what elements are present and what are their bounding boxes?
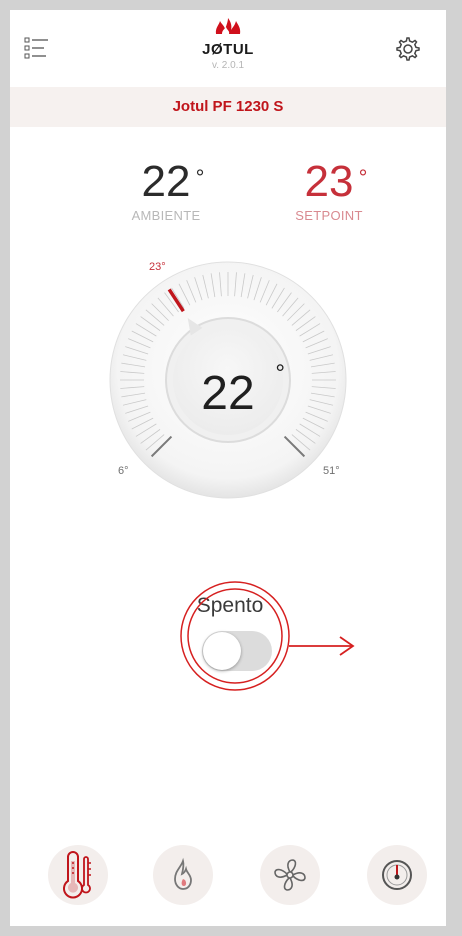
power-toggle[interactable] <box>202 631 272 671</box>
dial-current-unit: ° <box>275 360 285 387</box>
nav-gauge[interactable] <box>367 845 427 905</box>
brand-logo: JØTUL v. 2.0.1 <box>178 16 278 78</box>
app-screen: JØTUL v. 2.0.1 Jotul PF 1230 S 22 ° AMBIE… <box>10 10 446 926</box>
menu-list-icon <box>24 37 48 59</box>
dial-min-label: 6° <box>118 465 129 477</box>
ambient-label: AMBIENTE <box>131 208 201 223</box>
gauge-icon <box>382 860 412 890</box>
dial-current-temperature: 22 ° <box>173 360 285 421</box>
ambient-value: 22 <box>141 157 191 206</box>
settings-button[interactable] <box>393 34 423 64</box>
ambient-unit: ° <box>195 165 205 190</box>
brand-name: JØTUL <box>202 41 254 58</box>
app-version: v. 2.0.1 <box>211 60 245 71</box>
ambient-temperature: 22 ° AMBIENTE <box>96 157 236 224</box>
bottom-navigation <box>10 845 446 915</box>
flame-logo-icon <box>215 18 241 34</box>
menu-button[interactable] <box>22 34 52 64</box>
setpoint-label: SETPOINT <box>295 208 363 223</box>
fan-icon <box>274 859 306 891</box>
power-toggle-wrapper <box>180 588 290 698</box>
nav-fan[interactable] <box>260 845 320 905</box>
gear-icon <box>396 37 420 61</box>
setpoint-unit: ° <box>358 165 368 190</box>
thermometer-icon <box>63 851 91 899</box>
dial-current-value: 22 <box>201 367 255 420</box>
dial-setpoint-marker-label: 23° <box>149 261 166 273</box>
nav-flame[interactable] <box>153 845 213 905</box>
app-header: JØTUL v. 2.0.1 <box>10 10 446 85</box>
nav-thermometer[interactable] <box>48 845 108 905</box>
power-toggle-knob[interactable] <box>203 632 241 670</box>
dial-max-label: 51° <box>323 465 340 477</box>
setpoint-value: 23 <box>304 157 354 206</box>
flame-icon <box>174 857 192 890</box>
setpoint-temperature: 23 ° SETPOINT <box>259 157 399 224</box>
device-name-bar: Jotul PF 1230 S <box>10 87 446 127</box>
